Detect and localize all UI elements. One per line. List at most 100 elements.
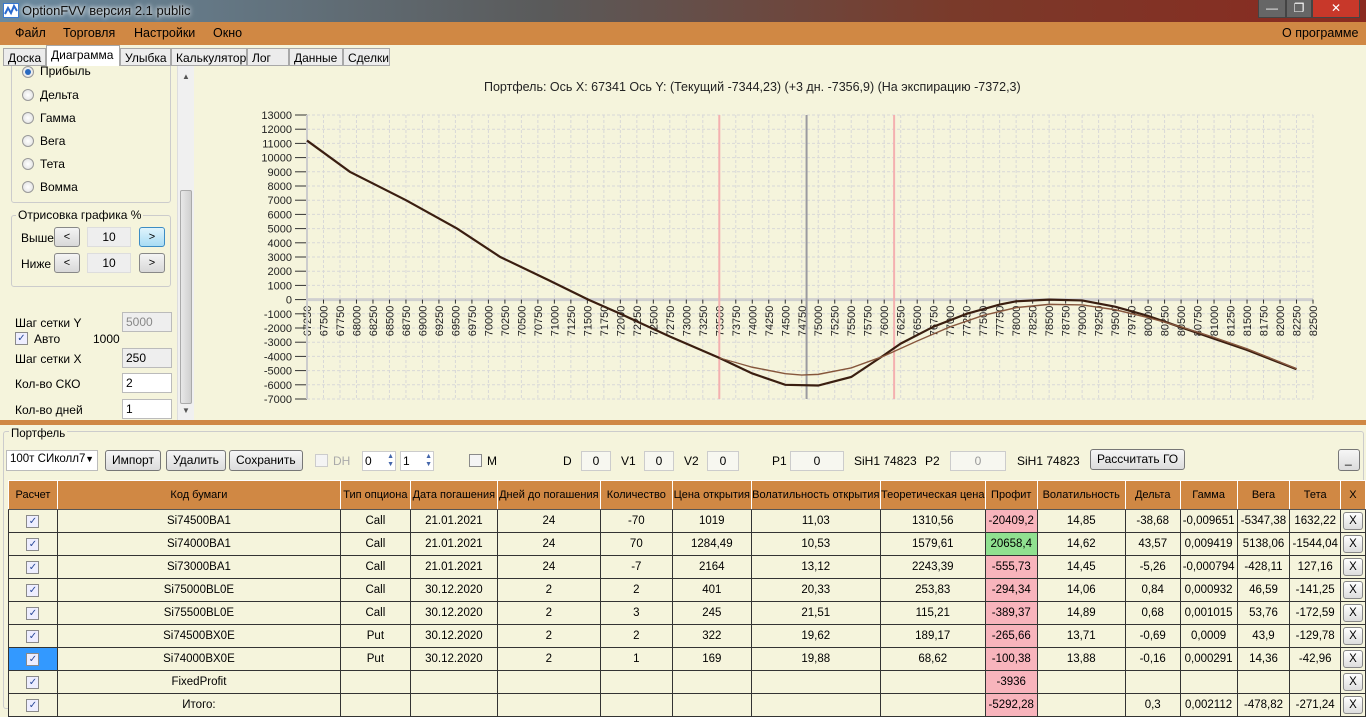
- calc-checkbox[interactable]: ✓: [26, 675, 40, 689]
- column-header[interactable]: Дельта: [1124, 480, 1181, 510]
- spin2-input[interactable]: 1 ▲ ▼: [400, 451, 434, 471]
- column-header[interactable]: Тета: [1289, 480, 1341, 510]
- close-icon[interactable]: ✕: [1312, 0, 1360, 18]
- scroll-up-icon[interactable]: ▲: [182, 72, 190, 81]
- above-decrease-button[interactable]: <: [54, 227, 80, 247]
- tab-diagram[interactable]: Диаграмма: [46, 45, 120, 67]
- x-cell[interactable]: X: [1339, 601, 1366, 625]
- remove-row-button[interactable]: X: [1342, 535, 1363, 553]
- remove-row-button[interactable]: X: [1342, 558, 1363, 576]
- remove-row-button[interactable]: X: [1342, 581, 1363, 599]
- grid-x-input[interactable]: 250: [122, 348, 172, 368]
- x-cell[interactable]: X: [1339, 624, 1366, 648]
- sko-input[interactable]: 2: [122, 373, 172, 393]
- m-checkbox[interactable]: [469, 454, 482, 467]
- calc-checkbox[interactable]: ✓: [26, 652, 40, 666]
- table-row[interactable]: ✓ FixedProfit -3936 X: [8, 670, 1366, 694]
- tab-smile[interactable]: Улыбка: [120, 48, 171, 66]
- left-panel-scrollbar[interactable]: ▲ ▼: [177, 66, 194, 420]
- calc-checkbox[interactable]: ✓: [26, 629, 40, 643]
- calc-checkbox[interactable]: ✓: [26, 606, 40, 620]
- table-row[interactable]: ✓ Si75500BL0E Call 30.12.2020 2 3 245 21,51 115,…: [8, 601, 1366, 625]
- spin1-input[interactable]: 0 ▲ ▼: [362, 451, 396, 471]
- calc-checkbox[interactable]: ✓: [26, 560, 40, 574]
- tab-deals[interactable]: Сделки: [343, 48, 390, 66]
- spin-arrows-icon[interactable]: ▲ ▼: [387, 453, 394, 469]
- dh-checkbox[interactable]: [315, 454, 328, 467]
- x-cell[interactable]: X: [1339, 647, 1366, 671]
- below-decrease-button[interactable]: <: [54, 253, 80, 273]
- remove-row-button[interactable]: X: [1342, 673, 1363, 691]
- column-header[interactable]: Код бумаги: [56, 480, 341, 510]
- calc-margin-button[interactable]: Рассчитать ГО: [1090, 449, 1186, 470]
- radio-theta[interactable]: [22, 158, 34, 170]
- calc-cell[interactable]: ✓: [8, 624, 58, 648]
- column-header[interactable]: Профит: [984, 480, 1038, 510]
- menu-window[interactable]: Окно: [213, 26, 242, 40]
- spin-arrows-icon[interactable]: ▲ ▼: [425, 453, 432, 469]
- radio-gamma[interactable]: [22, 112, 34, 124]
- column-header[interactable]: Гамма: [1179, 480, 1238, 510]
- tab-calculator[interactable]: Калькулятор: [171, 48, 247, 66]
- column-header[interactable]: Количество: [599, 480, 673, 510]
- calc-cell[interactable]: ✓: [8, 532, 58, 556]
- portfolio-select[interactable]: 100т СИколл7 ▼: [6, 450, 98, 471]
- column-header[interactable]: X: [1339, 480, 1366, 510]
- import-button[interactable]: Импорт: [105, 450, 161, 471]
- radio-profit[interactable]: [22, 66, 34, 78]
- remove-row-button[interactable]: X: [1342, 696, 1363, 714]
- calc-checkbox[interactable]: ✓: [26, 514, 40, 528]
- delete-button[interactable]: Удалить: [166, 450, 226, 471]
- remove-row-button[interactable]: X: [1342, 604, 1363, 622]
- remove-row-button[interactable]: X: [1342, 650, 1363, 668]
- scroll-down-icon[interactable]: ▼: [182, 406, 190, 415]
- above-increase-button[interactable]: >: [139, 227, 165, 247]
- calc-cell[interactable]: ✓: [8, 555, 58, 579]
- column-header[interactable]: Теоретическая цена: [879, 480, 986, 510]
- x-cell[interactable]: X: [1339, 578, 1366, 602]
- column-header[interactable]: Дата погашения: [409, 480, 498, 510]
- table-row[interactable]: ✓ Si74500BX0E Put 30.12.2020 2 2 322 19,62 189,1…: [8, 624, 1366, 648]
- below-increase-button[interactable]: >: [139, 253, 165, 273]
- calc-cell[interactable]: ✓: [8, 578, 58, 602]
- column-header[interactable]: Волатильность открытия: [750, 480, 881, 510]
- table-row[interactable]: ✓ Si74000BX0E Put 30.12.2020 2 1 169 19,88 68,62…: [8, 647, 1366, 671]
- payoff-chart[interactable]: -7000 -6000 -5000 -4000 -3000 -2000 -1000 0 1000…: [194, 66, 1366, 420]
- calc-checkbox[interactable]: ✓: [26, 583, 40, 597]
- table-row[interactable]: ✓ Итого: -5292,28 0,3 0,002112 -478,82 -271,24…: [8, 693, 1366, 717]
- menu-about[interactable]: О программе: [1282, 26, 1358, 40]
- maximize-icon[interactable]: ❐: [1286, 0, 1312, 18]
- table-row[interactable]: ✓ Si75000BL0E Call 30.12.2020 2 2 401 20,33 253,…: [8, 578, 1366, 602]
- calc-cell[interactable]: ✓: [8, 693, 58, 717]
- column-header[interactable]: Тип опциона: [339, 480, 411, 510]
- table-row[interactable]: ✓ Si74000BA1 Call 21.01.2021 24 70 1284,49 10,5…: [8, 532, 1366, 556]
- days-input[interactable]: 1: [122, 399, 172, 419]
- table-row[interactable]: ✓ Si73000BA1 Call 21.01.2021 24 -7 2164 13,12 22…: [8, 555, 1366, 579]
- menu-settings[interactable]: Настройки: [134, 26, 195, 40]
- calc-cell[interactable]: ✓: [8, 647, 58, 671]
- radio-vomma[interactable]: [22, 181, 34, 193]
- calc-cell[interactable]: ✓: [8, 670, 58, 694]
- save-button[interactable]: Сохранить: [229, 450, 303, 471]
- minimize-icon[interactable]: —: [1258, 0, 1286, 18]
- tab-log[interactable]: Лог: [247, 48, 289, 66]
- menu-file[interactable]: Файл: [15, 26, 46, 40]
- column-header[interactable]: Расчет: [8, 480, 58, 510]
- menu-trade[interactable]: Торговля: [63, 26, 115, 40]
- column-header[interactable]: Цена открытия: [671, 480, 752, 510]
- calc-cell[interactable]: ✓: [8, 601, 58, 625]
- column-header[interactable]: Волатильность: [1036, 480, 1126, 510]
- remove-row-button[interactable]: X: [1342, 627, 1363, 645]
- table-row[interactable]: ✓ Si74500BA1 Call 21.01.2021 24 -70 1019 11,03 1…: [8, 509, 1366, 533]
- scroll-thumb[interactable]: [180, 190, 192, 404]
- x-cell[interactable]: X: [1339, 693, 1366, 717]
- x-cell[interactable]: X: [1339, 509, 1366, 533]
- radio-delta[interactable]: [22, 89, 34, 101]
- column-header[interactable]: Дней до погашения: [496, 480, 601, 510]
- x-cell[interactable]: X: [1339, 670, 1366, 694]
- minimize-portfolio-button[interactable]: _: [1338, 449, 1360, 471]
- x-cell[interactable]: X: [1339, 532, 1366, 556]
- calc-cell[interactable]: ✓: [8, 509, 58, 533]
- grid-y-input[interactable]: 5000: [122, 312, 172, 332]
- auto-checkbox[interactable]: ✓: [15, 332, 28, 345]
